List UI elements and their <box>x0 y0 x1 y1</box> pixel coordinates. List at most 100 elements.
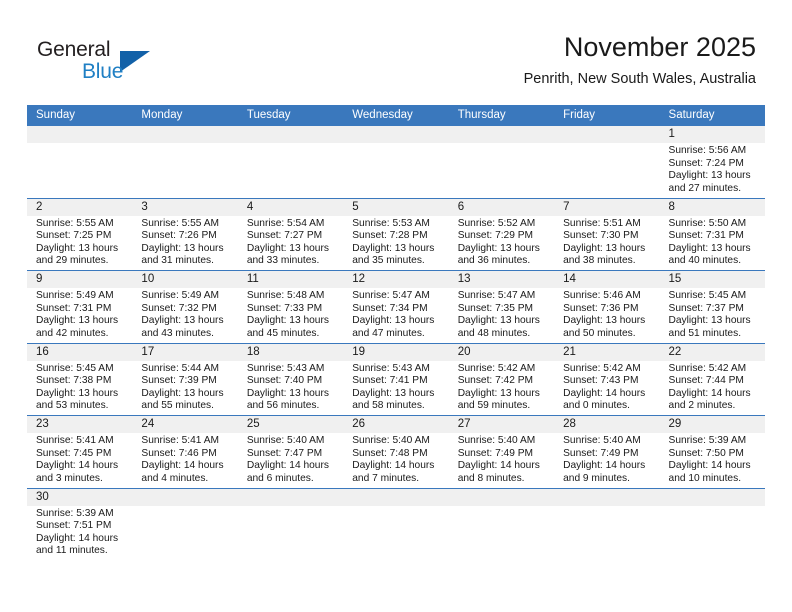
day-cell[interactable]: 23 Sunrise: 5:41 AM Sunset: 7:45 PM Dayligh… <box>27 416 133 488</box>
day-info: Sunrise: 5:55 AM Sunset: 7:26 PM Daylight:… <box>132 216 237 268</box>
day-cell[interactable]: 4 Sunrise: 5:54 AM Sunset: 7:27 PM Daylight… <box>237 198 344 271</box>
day-cell[interactable]: 13 Sunrise: 5:47 AM Sunset: 7:35 PM Dayligh… <box>448 271 555 343</box>
calendar-week-row: 1 Sunrise: 5:56 AM Sunset: 7:24 PM Daylight… <box>27 126 765 198</box>
day-number-band: 5 <box>343 198 449 216</box>
day-cell[interactable]: 19 Sunrise: 5:43 AM Sunset: 7:41 PM Dayligh… <box>343 343 449 416</box>
day-cell[interactable]: 27 Sunrise: 5:40 AM Sunset: 7:49 PM Dayligh… <box>448 416 555 488</box>
sunset-text: Sunset: 7:34 PM <box>352 302 428 314</box>
daylight-text-line2: and 7 minutes. <box>352 472 420 484</box>
daylight-text-line2: and 11 minutes. <box>36 545 108 557</box>
day-cell-empty <box>554 126 660 198</box>
day-cell-empty <box>132 488 238 561</box>
logo-text-blue: Blue <box>82 60 124 83</box>
day-info: Sunrise: 5:46 AM Sunset: 7:36 PM Daylight:… <box>554 288 659 340</box>
day-cell[interactable]: 20 Sunrise: 5:42 AM Sunset: 7:42 PM Dayligh… <box>448 343 555 416</box>
sunset-text: Sunset: 7:49 PM <box>563 447 639 459</box>
day-cell-empty <box>448 488 555 561</box>
sunset-text: Sunset: 7:50 PM <box>668 447 744 459</box>
day-cell[interactable]: 6 Sunrise: 5:52 AM Sunset: 7:29 PM Daylight… <box>448 198 555 271</box>
day-cell[interactable]: 2 Sunrise: 5:55 AM Sunset: 7:25 PM Daylight… <box>27 198 133 271</box>
day-cell[interactable]: 8 Sunrise: 5:50 AM Sunset: 7:31 PM Daylight… <box>659 198 765 271</box>
daylight-text-line2: and 0 minutes. <box>563 400 630 412</box>
weekday-header-tuesday: Tuesday <box>246 109 291 121</box>
day-cell[interactable]: 5 Sunrise: 5:53 AM Sunset: 7:28 PM Daylight… <box>343 198 449 271</box>
day-number: 8 <box>668 200 675 213</box>
daylight-text-line1: Daylight: 14 hours <box>36 532 119 544</box>
day-cell[interactable]: 17 Sunrise: 5:44 AM Sunset: 7:39 PM Dayligh… <box>132 343 238 416</box>
daylight-text-line2: and 58 minutes. <box>352 400 425 412</box>
day-cell[interactable]: 21 Sunrise: 5:42 AM Sunset: 7:43 PM Dayligh… <box>554 343 660 416</box>
day-cell[interactable]: 22 Sunrise: 5:42 AM Sunset: 7:44 PM Dayligh… <box>659 343 765 416</box>
sunset-text: Sunset: 7:44 PM <box>668 375 744 387</box>
day-cell[interactable]: 26 Sunrise: 5:40 AM Sunset: 7:48 PM Dayligh… <box>343 416 449 488</box>
sunrise-text: Sunrise: 5:52 AM <box>457 217 536 229</box>
day-number-band: 3 <box>132 198 238 216</box>
day-number: 19 <box>352 345 366 358</box>
daylight-text-line1: Daylight: 14 hours <box>352 460 435 472</box>
day-cell[interactable]: 24 Sunrise: 5:41 AM Sunset: 7:46 PM Dayligh… <box>132 416 238 488</box>
sunrise-text: Sunrise: 5:41 AM <box>141 435 220 446</box>
sunrise-text: Sunrise: 5:44 AM <box>141 362 220 374</box>
daylight-text-line1: Daylight: 13 hours <box>457 242 540 254</box>
sunset-text: Sunset: 7:40 PM <box>246 375 323 387</box>
day-cell[interactable]: 1 Sunrise: 5:56 AM Sunset: 7:24 PM Daylight… <box>659 126 765 198</box>
day-cell[interactable]: 3 Sunrise: 5:55 AM Sunset: 7:26 PM Daylight… <box>132 198 238 271</box>
day-number-band: 4 <box>237 198 344 216</box>
day-cell[interactable]: 15 Sunrise: 5:45 AM Sunset: 7:37 PM Dayligh… <box>659 271 765 343</box>
sunset-text: Sunset: 7:30 PM <box>563 230 639 242</box>
day-number: 4 <box>246 200 254 213</box>
day-cell-empty <box>343 126 449 198</box>
day-cell[interactable]: 14 Sunrise: 5:46 AM Sunset: 7:36 PM Dayligh… <box>554 271 660 343</box>
calendar-week-row: 9 Sunrise: 5:49 AM Sunset: 7:31 PM Daylight… <box>27 270 765 343</box>
day-number: 28 <box>563 418 576 430</box>
day-info: Sunrise: 5:48 AM Sunset: 7:33 PM Daylight:… <box>238 288 343 340</box>
day-cell[interactable]: 28 Sunrise: 5:40 AM Sunset: 7:49 PM Dayligh… <box>554 416 660 488</box>
day-cell[interactable]: 10 Sunrise: 5:49 AM Sunset: 7:32 PM Dayligh… <box>132 271 238 343</box>
day-info: Sunrise: 5:43 AM Sunset: 7:41 PM Daylight:… <box>343 361 448 413</box>
day-cell[interactable]: 25 Sunrise: 5:40 AM Sunset: 7:47 PM Dayligh… <box>237 416 344 488</box>
sunrise-text: Sunrise: 5:43 AM <box>246 362 325 374</box>
day-cell[interactable]: 29 Sunrise: 5:39 AM Sunset: 7:50 PM Dayligh… <box>659 416 765 488</box>
day-cell[interactable]: 12 Sunrise: 5:47 AM Sunset: 7:34 PM Dayligh… <box>343 271 449 343</box>
calendar-week-row: 30 Sunrise: 5:39 AM Sunset: 7:51 PM Dayligh… <box>27 487 765 561</box>
weekday-header-friday: Friday <box>563 109 596 121</box>
calendar-grid: Sunday Monday Tuesday Wednesday Thursday… <box>27 105 765 560</box>
daylight-text-line2: and 59 minutes. <box>457 400 531 412</box>
day-info: Sunrise: 5:44 AM Sunset: 7:39 PM Daylight:… <box>132 361 237 413</box>
day-cell[interactable]: 16 Sunrise: 5:45 AM Sunset: 7:38 PM Dayligh… <box>27 343 133 416</box>
weekday-header-thursday: Thursday <box>457 109 506 121</box>
sunrise-text: Sunrise: 5:45 AM <box>36 362 114 374</box>
day-number-band: 18 <box>237 343 344 361</box>
day-cell-empty <box>237 126 344 198</box>
daylight-text-line1: Daylight: 13 hours <box>36 387 119 399</box>
sunset-text: Sunset: 7:26 PM <box>141 230 217 242</box>
logo-text-general: General <box>37 38 111 61</box>
daylight-text-line2: and 4 minutes. <box>141 472 209 484</box>
day-number-band <box>554 126 660 143</box>
daylight-text-line2: and 2 minutes. <box>668 400 736 412</box>
calendar-page: General Blue November 2025 Penrith, New … <box>0 0 792 612</box>
day-cell[interactable]: 11 Sunrise: 5:48 AM Sunset: 7:33 PM Dayligh… <box>237 271 344 343</box>
day-info: Sunrise: 5:47 AM Sunset: 7:35 PM Daylight:… <box>449 288 554 340</box>
location-subtitle: Penrith, New South Wales, Australia <box>523 71 756 87</box>
day-number: 6 <box>457 200 465 213</box>
day-number: 7 <box>563 200 570 213</box>
day-cell[interactable]: 9 Sunrise: 5:49 AM Sunset: 7:31 PM Daylight… <box>27 271 133 343</box>
day-number-band: 27 <box>448 416 555 433</box>
day-number: 25 <box>246 418 260 430</box>
day-number: 16 <box>36 345 49 358</box>
day-cell[interactable]: 30 Sunrise: 5:39 AM Sunset: 7:51 PM Dayligh… <box>27 488 133 561</box>
daylight-text-line1: Daylight: 13 hours <box>457 387 540 399</box>
calendar-week-row: 23 Sunrise: 5:41 AM Sunset: 7:45 PM Dayligh… <box>27 415 765 488</box>
day-cell-empty <box>343 488 449 561</box>
day-info: Sunrise: 5:56 AM Sunset: 7:24 PM Daylight:… <box>660 143 765 195</box>
general-blue-logo[interactable]: General Blue <box>37 38 237 90</box>
day-number-band: 30 <box>27 488 133 506</box>
day-cell[interactable]: 7 Sunrise: 5:51 AM Sunset: 7:30 PM Daylight… <box>554 198 660 271</box>
weekday-header-monday: Monday <box>141 109 183 121</box>
daylight-text-line1: Daylight: 14 hours <box>457 460 540 472</box>
daylight-text-line1: Daylight: 13 hours <box>563 315 646 327</box>
sunset-text: Sunset: 7:33 PM <box>246 302 323 314</box>
day-cell[interactable]: 18 Sunrise: 5:43 AM Sunset: 7:40 PM Dayligh… <box>237 343 344 416</box>
sunrise-text: Sunrise: 5:45 AM <box>668 290 747 301</box>
